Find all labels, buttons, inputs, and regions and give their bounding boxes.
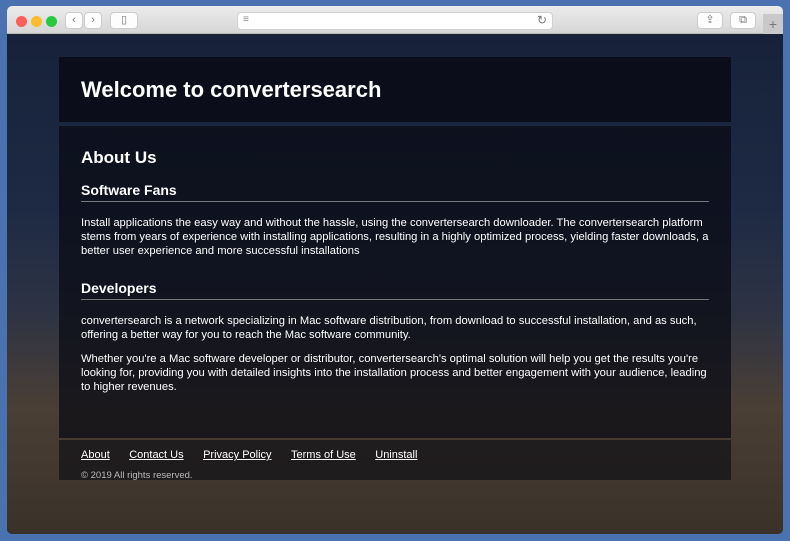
footer-link-uninstall[interactable]: Uninstall [375, 449, 417, 461]
share-icon[interactable]: ⇪ [697, 12, 723, 29]
reader-icon[interactable]: ≡ [243, 14, 249, 25]
back-icon[interactable]: ‹ [65, 12, 83, 29]
tabs-icon[interactable]: ⧉ [730, 12, 756, 29]
paragraph: convertersearch is a network specializin… [81, 315, 697, 341]
footer: About Contact Us Privacy Policy Terms of… [59, 440, 731, 481]
footer-link-terms[interactable]: Terms of Use [291, 449, 356, 461]
section-title: Software Fans [81, 182, 709, 202]
browser-toolbar: ‹ › ▯ ≡ ↻ ⇪ ⧉ + [7, 6, 783, 34]
minimize-button[interactable] [31, 16, 42, 27]
browser-window: ‹ › ▯ ≡ ↻ ⇪ ⧉ + Welcome to convertersear… [7, 6, 783, 534]
about-heading: About Us [81, 148, 157, 167]
sidebar-icon[interactable]: ▯ [110, 12, 138, 29]
close-button[interactable] [16, 16, 27, 27]
reload-icon[interactable]: ↻ [537, 13, 547, 27]
new-tab-icon[interactable]: + [763, 14, 783, 34]
page-title: Welcome to convertersearch [81, 77, 382, 102]
footer-link-about[interactable]: About [81, 449, 110, 461]
page-header: Welcome to convertersearch [59, 57, 731, 122]
footer-link-privacy[interactable]: Privacy Policy [203, 449, 271, 461]
paragraph: Install applications the easy way and wi… [81, 217, 709, 257]
paragraph: Whether you're a Mac software developer … [81, 353, 707, 393]
content: About Us Software Fans Install applicati… [59, 126, 731, 438]
section-title: Developers [81, 280, 709, 300]
zoom-button[interactable] [46, 16, 57, 27]
web-page: Welcome to convertersearch About Us Soft… [7, 35, 783, 534]
copyright: © 2019 All rights reserved. [81, 470, 193, 481]
address-bar[interactable]: ≡ ↻ [237, 12, 553, 30]
footer-link-contact[interactable]: Contact Us [129, 449, 183, 461]
forward-icon[interactable]: › [84, 12, 102, 29]
